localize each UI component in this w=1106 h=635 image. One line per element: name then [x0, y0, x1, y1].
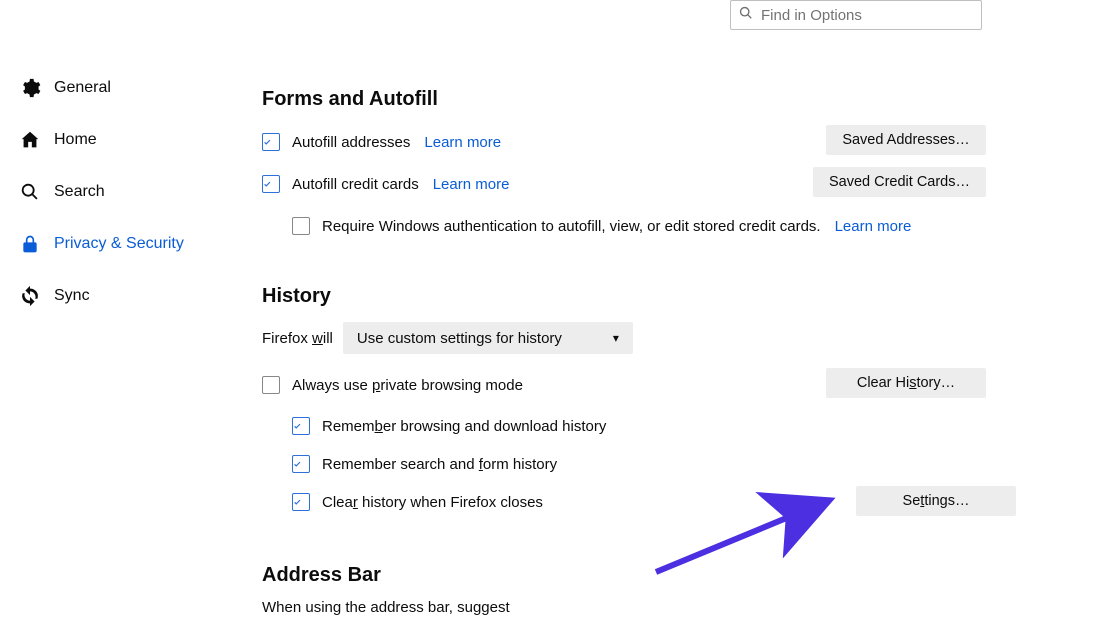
forms-autofill-heading: Forms and Autofill [262, 88, 986, 111]
firefox-will-label: Firefox will [262, 330, 333, 347]
search-icon [739, 6, 753, 24]
sidebar-item-general[interactable]: General [14, 62, 234, 114]
address-bar-subline: When using the address bar, suggest [262, 599, 986, 616]
clear-on-close-label: Clear history when Firefox closes [322, 494, 543, 511]
lock-icon [18, 232, 42, 256]
remember-browsing-row: Remember browsing and download history [292, 410, 986, 442]
find-in-options-input[interactable] [759, 6, 973, 25]
address-bar-section: Address Bar When using the address bar, … [262, 564, 986, 616]
sidebar-item-sync[interactable]: Sync [14, 270, 234, 322]
history-heading: History [262, 285, 986, 308]
history-sub-options: Remember browsing and download history R… [262, 410, 986, 518]
autofill-cards-row: Autofill credit cards Learn more Saved C… [262, 167, 986, 201]
autofill-addresses-label: Autofill addresses [292, 134, 410, 151]
remember-browsing-checkbox[interactable] [292, 417, 310, 435]
clear-on-close-checkbox[interactable] [292, 493, 310, 511]
sidebar-item-home[interactable]: Home [14, 114, 234, 166]
remember-search-checkbox[interactable] [292, 455, 310, 473]
sync-icon [18, 284, 42, 308]
learn-more-link[interactable]: Learn more [424, 134, 501, 151]
sidebar-item-privacy[interactable]: Privacy & Security [14, 218, 234, 270]
main-content: Forms and Autofill Autofill addresses Le… [262, 88, 986, 616]
sidebar-item-label: General [54, 79, 111, 97]
require-auth-checkbox[interactable] [292, 217, 310, 235]
gear-icon [18, 76, 42, 100]
sidebar-item-label: Search [54, 183, 105, 201]
always-private-checkbox[interactable] [262, 376, 280, 394]
autofill-addresses-checkbox[interactable] [262, 133, 280, 151]
autofill-cards-checkbox[interactable] [262, 175, 280, 193]
saved-addresses-button[interactable]: Saved Addresses… [826, 125, 986, 155]
learn-more-link[interactable]: Learn more [433, 176, 510, 193]
require-auth-label: Require Windows authentication to autofi… [322, 218, 821, 235]
sidebar-item-label: Home [54, 131, 97, 149]
always-private-label: Always use private browsing mode [292, 377, 523, 394]
settings-sidebar: General Home Search Privacy & Security S… [14, 62, 234, 322]
sidebar-item-label: Privacy & Security [54, 235, 184, 253]
learn-more-link[interactable]: Learn more [835, 218, 912, 235]
chevron-down-icon: ▾ [613, 331, 619, 345]
sidebar-item-label: Sync [54, 287, 90, 305]
history-mode-row: Firefox will Use custom settings for his… [262, 322, 986, 354]
saved-cards-button[interactable]: Saved Credit Cards… [813, 167, 986, 197]
address-bar-heading: Address Bar [262, 564, 986, 587]
history-mode-value: Use custom settings for history [357, 330, 562, 347]
require-auth-row: Require Windows authentication to autofi… [262, 209, 986, 243]
autofill-addresses-row: Autofill addresses Learn more Saved Addr… [262, 125, 986, 159]
autofill-cards-label: Autofill credit cards [292, 176, 419, 193]
remember-search-label: Remember search and form history [322, 456, 557, 473]
remember-search-row: Remember search and form history [292, 448, 986, 480]
home-icon [18, 128, 42, 152]
history-mode-select[interactable]: Use custom settings for history ▾ [343, 322, 633, 354]
always-private-row: Always use private browsing mode Clear H… [262, 368, 986, 402]
clear-on-close-row: Clear history when Firefox closes Settin… [292, 486, 986, 518]
clear-history-button[interactable]: Clear History… [826, 368, 986, 398]
sidebar-item-search[interactable]: Search [14, 166, 234, 218]
history-section: History Firefox will Use custom settings… [262, 285, 986, 518]
find-in-options-field[interactable] [730, 0, 982, 30]
search-icon [18, 180, 42, 204]
remember-browsing-label: Remember browsing and download history [322, 418, 606, 435]
history-settings-button[interactable]: Settings… [856, 486, 1016, 516]
